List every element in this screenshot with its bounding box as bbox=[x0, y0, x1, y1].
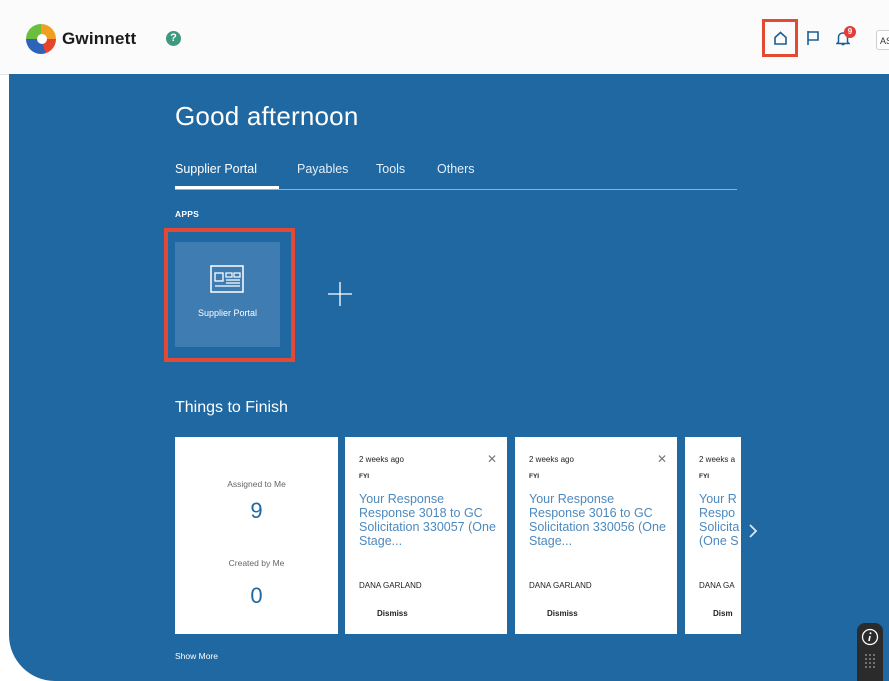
assigned-label: Assigned to Me bbox=[227, 479, 286, 489]
dismiss-button[interactable]: Dismiss bbox=[377, 609, 408, 618]
show-more-link[interactable]: Show More bbox=[175, 651, 218, 661]
app-tile-supplier-portal[interactable]: Supplier Portal bbox=[175, 242, 280, 347]
close-icon[interactable]: ✕ bbox=[487, 452, 497, 466]
close-icon[interactable]: ✕ bbox=[657, 452, 667, 466]
task-time: 2 weeks ago bbox=[529, 455, 574, 464]
task-person: DANA GARLAND bbox=[529, 581, 592, 590]
dismiss-button[interactable]: Dism bbox=[713, 609, 733, 618]
grid-icon bbox=[865, 654, 875, 668]
task-tag: FYI bbox=[529, 473, 540, 480]
tab-bar: Supplier Portal Payables Tools Others bbox=[175, 162, 737, 190]
task-card[interactable]: 2 weeks ago ✕ FYI Your Response Response… bbox=[515, 437, 677, 634]
created-count[interactable]: 0 bbox=[175, 583, 338, 609]
user-avatar[interactable]: AS bbox=[876, 30, 889, 50]
summary-card: Assigned to Me 9 Created by Me 0 bbox=[175, 437, 338, 634]
help-widget[interactable] bbox=[857, 623, 883, 681]
flag-icon[interactable] bbox=[806, 30, 820, 46]
app-label: Supplier Portal bbox=[197, 308, 258, 318]
task-tag: FYI bbox=[359, 473, 370, 480]
task-title[interactable]: Your Response Response 3018 to GC Solici… bbox=[359, 492, 501, 548]
task-card[interactable]: 2 weeks a FYI Your R Respo Solicita (One… bbox=[685, 437, 741, 634]
tab-payables[interactable]: Payables bbox=[297, 162, 348, 176]
add-app-icon[interactable] bbox=[325, 279, 355, 309]
created-label: Created by Me bbox=[228, 558, 285, 568]
top-bar: Gwinnett ? 9 AS bbox=[0, 0, 889, 75]
greeting-heading: Good afternoon bbox=[175, 101, 359, 131]
app-window: Gwinnett ? 9 AS Good afternoon Supplier … bbox=[0, 0, 889, 681]
home-icon bbox=[774, 31, 787, 45]
tab-others[interactable]: Others bbox=[437, 162, 475, 176]
task-title[interactable]: Your Response Response 3016 to GC Solici… bbox=[529, 492, 671, 548]
dismiss-button[interactable]: Dismiss bbox=[547, 609, 578, 618]
chevron-right-icon[interactable] bbox=[748, 523, 758, 539]
task-title[interactable]: Your R Respo Solicita (One S bbox=[699, 492, 739, 548]
task-card[interactable]: 2 weeks ago ✕ FYI Your Response Response… bbox=[345, 437, 507, 634]
info-icon bbox=[861, 628, 879, 646]
tab-supplier-portal[interactable]: Supplier Portal bbox=[175, 162, 257, 176]
portal-icon bbox=[210, 265, 244, 293]
task-tag: FYI bbox=[699, 473, 710, 480]
home-button-highlight[interactable] bbox=[762, 19, 798, 57]
assigned-count[interactable]: 9 bbox=[175, 498, 338, 524]
task-time: 2 weeks ago bbox=[359, 455, 404, 464]
active-tab-indicator bbox=[175, 186, 279, 189]
task-time: 2 weeks a bbox=[699, 455, 736, 464]
task-person: DANA GA bbox=[699, 581, 735, 590]
task-person: DANA GARLAND bbox=[359, 581, 422, 590]
help-icon[interactable]: ? bbox=[166, 31, 181, 46]
home-content: Good afternoon Supplier Portal Payables … bbox=[9, 74, 889, 681]
things-to-finish-title: Things to Finish bbox=[175, 399, 288, 416]
apps-section-label: APPS bbox=[175, 209, 199, 219]
brand-name[interactable]: Gwinnett bbox=[62, 29, 136, 49]
tab-tools[interactable]: Tools bbox=[376, 162, 405, 176]
gwinnett-logo-icon[interactable] bbox=[26, 24, 56, 54]
notification-badge: 9 bbox=[844, 26, 856, 38]
